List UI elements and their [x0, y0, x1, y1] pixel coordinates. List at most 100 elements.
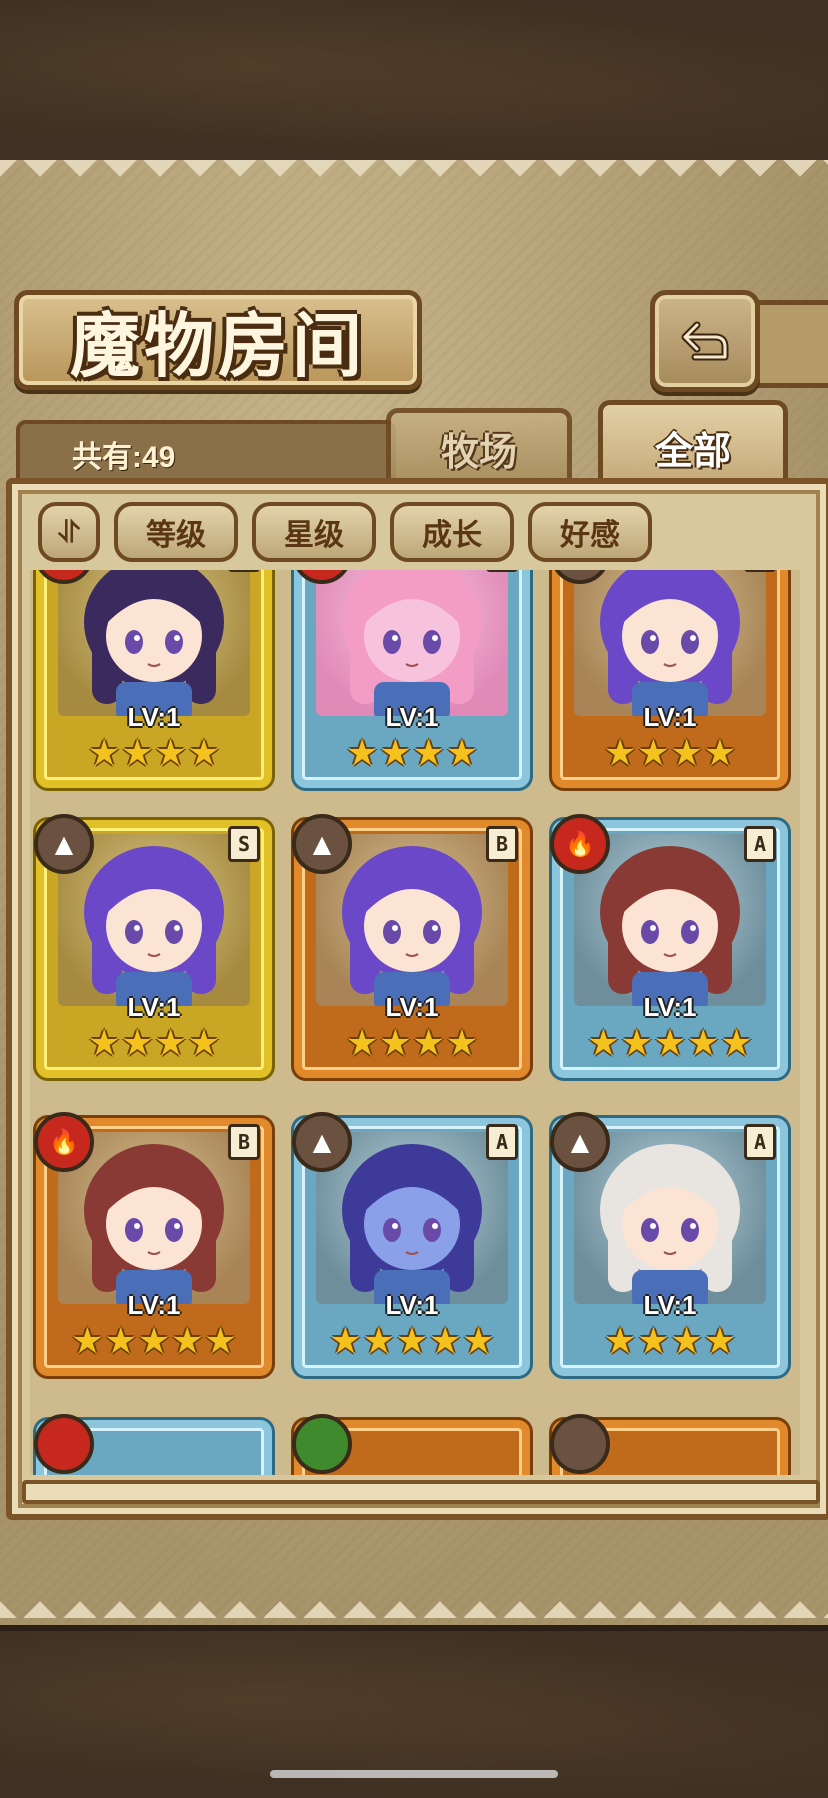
level-label: LV:1: [643, 702, 697, 732]
star-rating: ★ ★ ★ ★ ★: [294, 1322, 530, 1362]
star-icon: ★: [345, 1023, 379, 1064]
star-rating: ★ ★ ★ ★ ★: [552, 1024, 788, 1064]
earth-element-icon: ▲: [550, 1112, 610, 1172]
star-icon: ★: [720, 1023, 753, 1064]
monster-portrait: [58, 570, 250, 716]
star-icon: ★: [137, 1321, 171, 1362]
star-icon: ★: [703, 733, 737, 774]
rank-badge: A: [744, 1124, 776, 1160]
star-icon: ★: [412, 733, 445, 774]
star-icon: ★: [637, 1321, 670, 1362]
monster-card[interactable]: 🔥SLV:1★★★★: [34, 570, 272, 788]
rank-badge: S: [228, 570, 260, 572]
star-icon: ★: [187, 733, 221, 774]
monster-card[interactable]: 🔥ALV:1★★★★: [292, 570, 530, 788]
rank-badge: B: [228, 1124, 260, 1160]
home-indicator[interactable]: [270, 1770, 558, 1778]
earth-element-icon: ▲: [292, 814, 352, 874]
sort-order-button[interactable]: ⥯: [38, 502, 100, 562]
level-label: LV:1: [385, 1290, 439, 1320]
star-icon: ★: [603, 1321, 637, 1362]
star-icon: ★: [462, 1321, 495, 1362]
rank-badge: B: [744, 570, 776, 572]
star-icon: ★: [412, 1023, 445, 1064]
page-title-plate: 魔物房间: [14, 290, 422, 390]
monster-card[interactable]: 🔥 A LV:1 ★ ★ ★ ★ ★: [550, 814, 788, 1078]
monster-card-partial[interactable]: [550, 1414, 788, 1475]
monster-card-partial[interactable]: [34, 1414, 272, 1475]
fire-element-icon: 🔥: [34, 1112, 94, 1172]
star-icon: ★: [687, 1023, 720, 1064]
monster-portrait: [574, 570, 766, 716]
star-icon: ★: [429, 1321, 462, 1362]
filter-level-button[interactable]: 等级: [114, 502, 238, 562]
star-icon: ★: [395, 1321, 429, 1362]
level-label: LV:1: [127, 1290, 181, 1320]
star-icon: ★: [204, 1321, 237, 1362]
level-label: LV:1: [127, 992, 181, 1022]
monster-count: 共有:49: [72, 441, 176, 474]
star-icon: ★: [329, 1321, 362, 1362]
star-icon: ★: [71, 1321, 104, 1362]
fire-element-icon: 🔥: [550, 814, 610, 874]
back-button[interactable]: [650, 290, 760, 392]
level-label: LV:1: [385, 702, 439, 732]
tab-all[interactable]: 全部: [598, 400, 788, 489]
earth-element-icon: [550, 1414, 610, 1474]
monster-count-bar: 共有:49: [16, 420, 396, 486]
star-icon: ★: [703, 1321, 737, 1362]
level-label: LV:1: [643, 992, 697, 1022]
star-icon: ★: [653, 1023, 687, 1064]
star-icon: ★: [121, 733, 154, 774]
monster-card-partial[interactable]: [292, 1414, 530, 1475]
filter-growth-button[interactable]: 成长: [390, 502, 514, 562]
star-icon: ★: [121, 1023, 154, 1064]
star-icon: ★: [445, 733, 479, 774]
monster-card[interactable]: ▲BLV:1★★★★: [550, 570, 788, 788]
tab-ranch[interactable]: 牧场: [386, 408, 572, 483]
filter-star-button[interactable]: 星级: [252, 502, 376, 562]
star-rating: ★ ★ ★ ★: [294, 734, 530, 774]
star-rating: ★ ★ ★ ★: [294, 1024, 530, 1064]
nature-element-icon: [292, 1414, 352, 1474]
panel-bottom-rail: [22, 1480, 820, 1504]
rank-badge: S: [228, 826, 260, 862]
monster-card[interactable]: ▲ S LV:1 ★ ★ ★ ★: [34, 814, 272, 1078]
star-rating: ★ ★ ★ ★: [552, 734, 788, 774]
level-label: LV:1: [643, 1290, 697, 1320]
star-icon: ★: [670, 1321, 703, 1362]
back-arrow-icon: [681, 321, 729, 361]
star-icon: ★: [104, 1321, 137, 1362]
monster-card[interactable]: 🔥 B LV:1 ★ ★ ★ ★ ★: [34, 1112, 272, 1376]
monster-card[interactable]: ▲BLV:1★★★★: [292, 814, 530, 1078]
level-label: LV:1: [127, 702, 181, 732]
star-icon: ★: [171, 1321, 204, 1362]
star-icon: ★: [87, 1023, 121, 1064]
star-icon: ★: [345, 733, 379, 774]
star-rating: ★ ★ ★ ★: [36, 734, 272, 774]
earth-element-icon: ▲: [292, 1112, 352, 1172]
rank-badge: A: [486, 570, 518, 572]
monster-card[interactable]: ▲ A LV:1 ★ ★ ★ ★: [550, 1112, 788, 1376]
page-title: 魔物房间: [70, 303, 366, 387]
star-icon: ★: [603, 733, 637, 774]
monster-card[interactable]: ▲ A LV:1 ★ ★ ★ ★ ★: [292, 1112, 530, 1376]
star-icon: ★: [620, 1023, 653, 1064]
parchment-edge-bottom: [0, 1590, 828, 1618]
monster-portrait: [316, 570, 508, 716]
rank-badge: A: [744, 826, 776, 862]
star-icon: ★: [187, 1023, 221, 1064]
star-icon: ★: [154, 733, 187, 774]
star-icon: ★: [154, 1023, 187, 1064]
star-icon: ★: [362, 1321, 395, 1362]
star-icon: ★: [379, 733, 412, 774]
rank-badge: B: [486, 826, 518, 862]
star-icon: ★: [87, 733, 121, 774]
star-icon: ★: [670, 733, 703, 774]
star-icon: ★: [445, 1023, 479, 1064]
star-rating: ★ ★ ★ ★: [36, 1024, 272, 1064]
rank-badge: A: [486, 1124, 518, 1160]
star-icon: ★: [637, 733, 670, 774]
filter-affection-button[interactable]: 好感: [528, 502, 652, 562]
star-rating: ★ ★ ★ ★ ★: [36, 1322, 272, 1362]
